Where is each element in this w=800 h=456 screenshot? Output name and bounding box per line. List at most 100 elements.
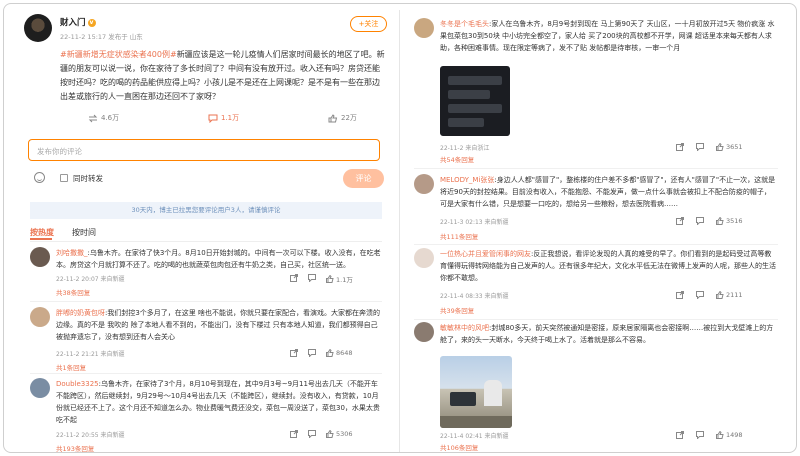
emoji-icon[interactable]: [34, 172, 45, 183]
commenter-name[interactable]: 刘哈撒撒_: [56, 249, 88, 257]
comment-share-button[interactable]: [676, 217, 684, 225]
comment-body: :乌鲁木齐。在家待了快3个月。8月10日开始封城的。中间有一次可以下楼。收入没有…: [56, 249, 381, 269]
comment-share-button[interactable]: [676, 431, 684, 439]
commenter-name[interactable]: MELODY_Mi张张: [440, 176, 494, 184]
thumbs-up-icon: [328, 113, 338, 122]
comment-meta: 22-11-4 08:33 来自新疆: [440, 293, 509, 300]
author-avatar[interactable]: [24, 14, 52, 42]
post-hashtag[interactable]: #新疆新增无症状感染者400例#: [60, 50, 177, 59]
comment-share-button[interactable]: [290, 349, 298, 357]
comment-reply-button[interactable]: [696, 431, 704, 439]
comment-reply-button[interactable]: [308, 349, 316, 357]
share-icon: [290, 349, 298, 357]
repost-checkbox[interactable]: [60, 174, 68, 182]
comment-image[interactable]: [440, 356, 512, 428]
commenter-name[interactable]: 胖嘟的奶黄包呀: [56, 309, 105, 317]
comment-actions: 8648: [290, 349, 382, 359]
tab-by-popularity[interactable]: 按热度: [30, 227, 54, 238]
share-icon: [676, 217, 684, 225]
commenter-name[interactable]: 一位热心并且爱管闲事的网友: [440, 250, 531, 258]
verified-badge-icon: v: [87, 18, 96, 27]
chat-bubble: [448, 90, 490, 99]
commenter-avatar[interactable]: [30, 247, 50, 267]
reply-count-link[interactable]: 共38条回复: [56, 287, 90, 297]
chat-bubble: [448, 76, 502, 85]
commenter-name[interactable]: 敏敏林中的风吧: [440, 324, 489, 332]
reply-icon: [696, 143, 704, 151]
like-count: 22万: [341, 114, 357, 122]
reply-icon: [308, 274, 316, 282]
comment-actions: 3516: [676, 217, 776, 227]
follow-button[interactable]: +关注: [350, 16, 387, 32]
comment-item: 敏敏林中的风吧:封城80多天，前天突然被通知是密接，原来居家隔离也会密接啊……被…: [414, 322, 778, 440]
comment-text: Double3325:乌鲁木齐，在家待了3个月，8月10号到现在，其中9月3号~…: [56, 378, 382, 426]
comment-like-count: 2111: [726, 291, 743, 299]
comment-reply-button[interactable]: [696, 217, 704, 225]
post-stats: 4.6万 1.1万 22万: [88, 113, 388, 127]
comment-body: :家人在乌鲁木齐，8月9号封到现在 马上第90天了 天山区，一十月初放开过5天 …: [440, 20, 775, 52]
comment-like-button[interactable]: 3516: [716, 217, 743, 225]
comment-reply-button[interactable]: [308, 430, 316, 438]
commenter-name[interactable]: 冬冬是个毛毛头: [440, 20, 489, 28]
comment-body: :乌鲁木齐，在家待了3个月，8月10号到现在，其中9月3号~9月11号出去几天（…: [56, 380, 380, 424]
commenter-avatar[interactable]: [30, 378, 50, 398]
comment-share-button[interactable]: [676, 291, 684, 299]
reply-count-link[interactable]: 共111条回复: [440, 231, 478, 241]
comment-share-button[interactable]: [676, 143, 684, 151]
tab-by-time[interactable]: 按时间: [72, 227, 96, 238]
comment-text: 敏敏林中的风吧:封城80多天，前天突然被通知是密接，原来居家隔离也会密接啊……被…: [440, 322, 776, 346]
commenter-avatar[interactable]: [414, 174, 434, 194]
comment-reply-button[interactable]: [308, 274, 316, 282]
repost-icon: [88, 114, 98, 122]
comment-like-button[interactable]: 5306: [326, 430, 353, 438]
comment-like-count: 3651: [726, 143, 743, 151]
notice-banner: 30天内，博主已拉黑您要评论用户3人，请谨慎评论: [30, 202, 382, 219]
comment-reply-button[interactable]: [696, 291, 704, 299]
comment-like-button[interactable]: 2111: [716, 291, 743, 299]
commenter-avatar[interactable]: [414, 248, 434, 268]
author-name-text[interactable]: 财入门: [60, 18, 86, 28]
post-body: #新疆新增无症状感染者400例#新疆应该是这一轮儿疫情人们居家时间最长的地区了吧…: [60, 48, 386, 104]
thumbs-up-icon: [716, 431, 724, 439]
comment-like-button[interactable]: 8648: [326, 349, 353, 357]
commenter-avatar[interactable]: [414, 322, 434, 342]
comment-like-button[interactable]: 1498: [716, 431, 743, 439]
reply-icon: [308, 430, 316, 438]
comment-image[interactable]: [440, 66, 510, 136]
comment-like-button[interactable]: 1.1万: [326, 274, 353, 284]
repost-stat[interactable]: 4.6万: [88, 113, 119, 123]
comment-input[interactable]: 发布你的评论: [28, 139, 380, 161]
comment-actions: 3651: [676, 143, 776, 153]
thumbs-up-icon: [326, 275, 334, 283]
commenter-avatar[interactable]: [414, 18, 434, 38]
reply-count-link[interactable]: 共106条回复: [440, 442, 478, 452]
comment-item: 冬冬是个毛毛头:家人在乌鲁木齐，8月9号封到现在 马上第90天了 天山区，一十月…: [414, 18, 778, 158]
share-icon: [290, 274, 298, 282]
comment-item: 胖嘟的奶黄包呀:我们封控3个多月了，在这里 啥也不能说，你就只要在家配合，看演戏…: [30, 307, 382, 372]
comment-reply-button[interactable]: [696, 143, 704, 151]
comment-actions: 2111: [676, 291, 776, 301]
comment-text: 一位热心并且爱管闲事的网友:反正我想说，看评论发现的人真的难受的早了。你们看到的…: [440, 248, 776, 284]
commenter-avatar[interactable]: [30, 307, 50, 327]
reply-icon: [696, 431, 704, 439]
comment-share-button[interactable]: [290, 274, 298, 282]
photo-ground: [440, 416, 512, 428]
comment-like-count: 1498: [726, 431, 743, 439]
commenter-name[interactable]: Double3325: [56, 380, 99, 388]
author-name[interactable]: 财入门 v: [60, 16, 96, 28]
comment-count: 1.1万: [221, 114, 240, 122]
comment-like-button[interactable]: 3651: [716, 143, 743, 151]
reply-count-link[interactable]: 共193条回复: [56, 443, 94, 452]
like-stat[interactable]: 22万: [328, 113, 357, 123]
reply-count-link[interactable]: 共54条回复: [440, 154, 474, 164]
comment-item: Double3325:乌鲁木齐，在家待了3个月，8月10号到现在，其中9月3号~…: [30, 378, 382, 452]
comment-stat[interactable]: 1.1万: [208, 113, 239, 123]
reply-count-link[interactable]: 共1条回复: [56, 362, 86, 372]
submit-comment-button[interactable]: 评论: [343, 169, 384, 188]
comment-text: 刘哈撒撒_:乌鲁木齐。在家待了快3个月。8月10日开始封城的。中间有一次可以下楼…: [56, 247, 382, 271]
comment-meta: 22-11-4 02:41 来自新疆: [440, 433, 509, 440]
comment-share-button[interactable]: [290, 430, 298, 438]
comment-meta: 22-11-2 20:07 来自新疆: [56, 276, 125, 283]
share-icon: [676, 291, 684, 299]
reply-count-link[interactable]: 共39条回复: [440, 305, 474, 315]
